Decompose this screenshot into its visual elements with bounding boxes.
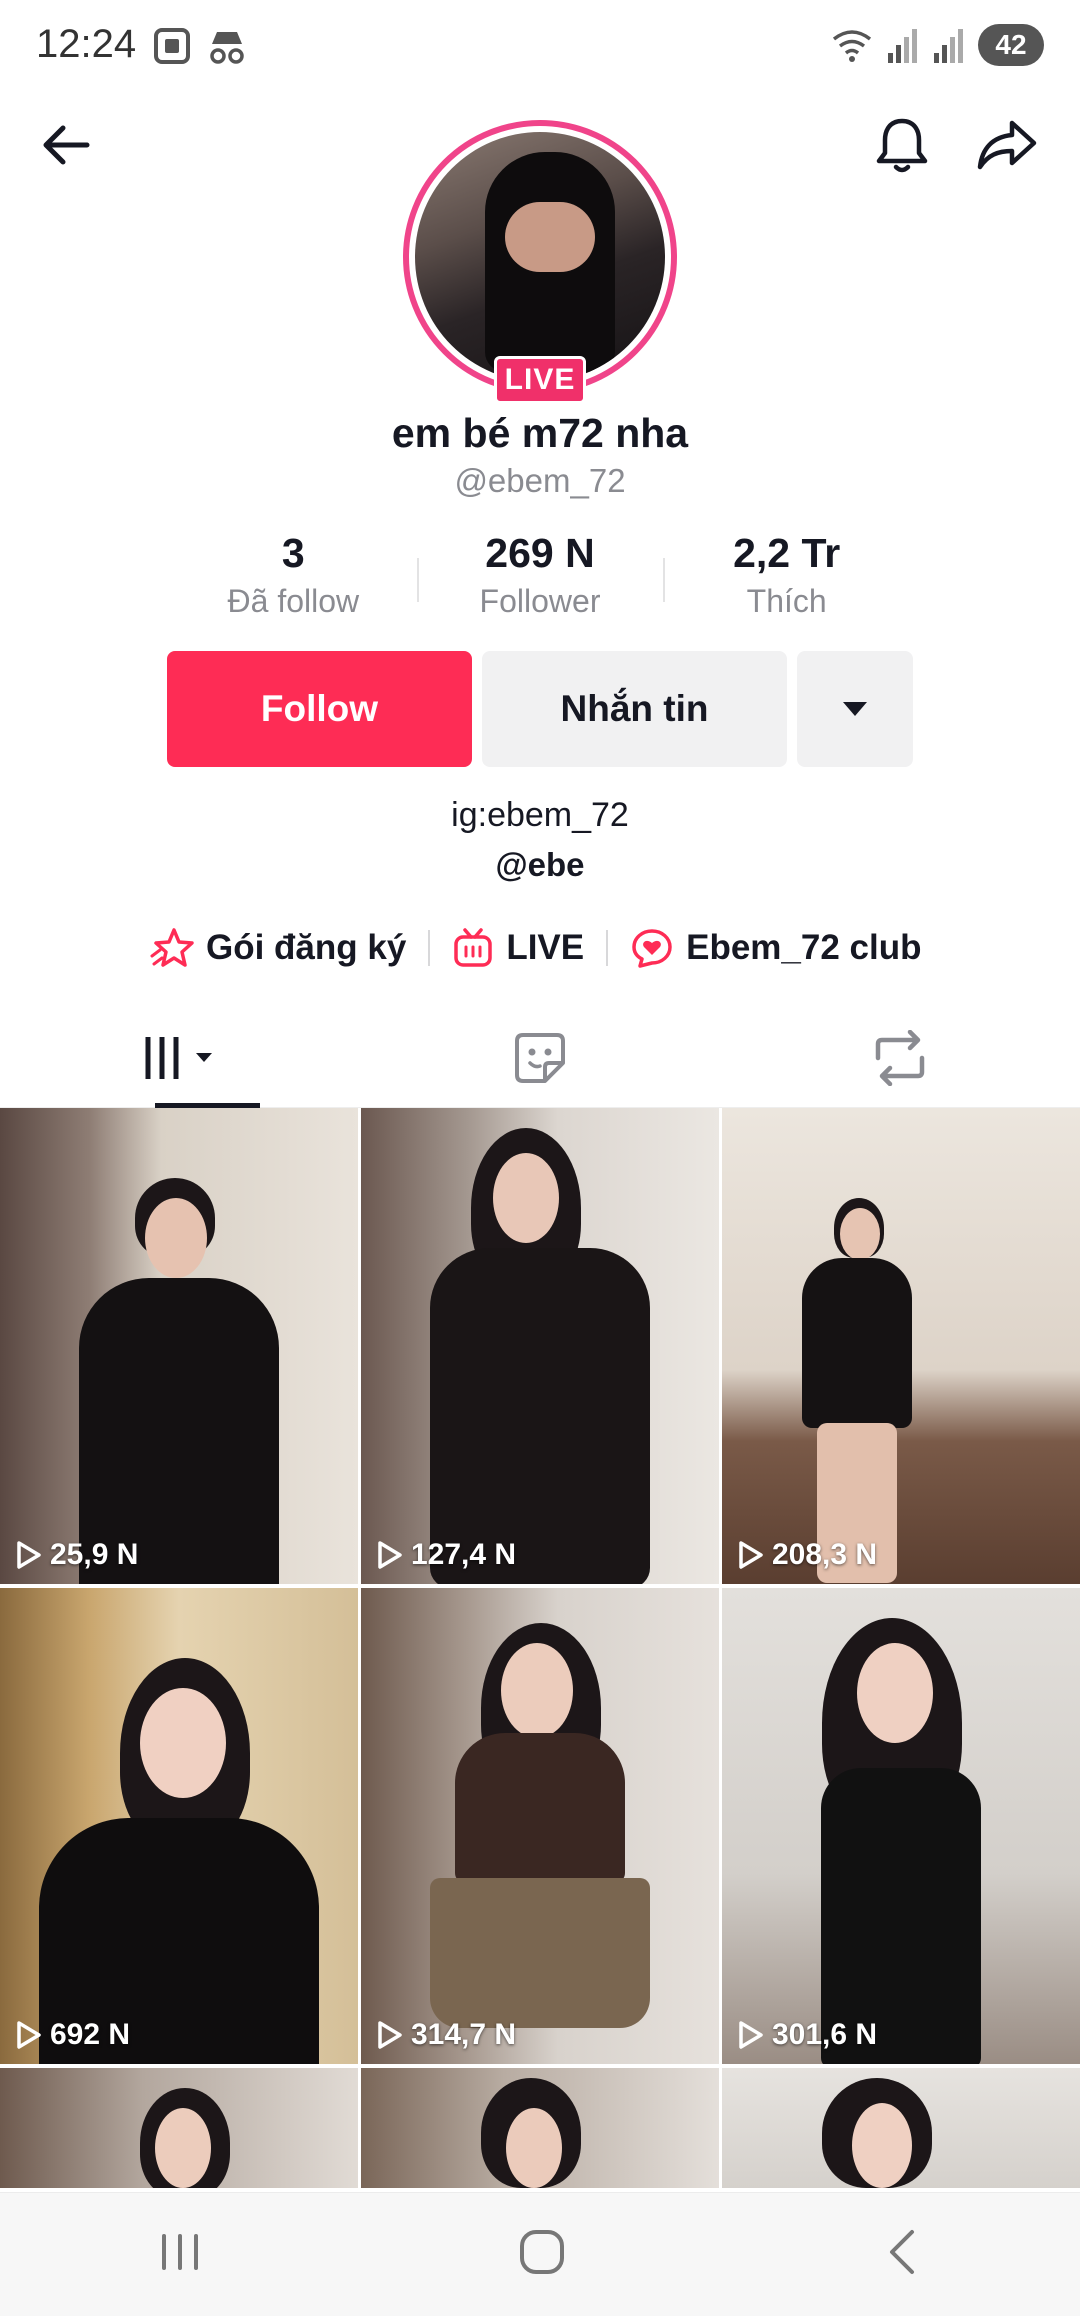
link-subscription[interactable]: Gói đăng ký — [150, 926, 406, 970]
content-tabs — [0, 1008, 1080, 1108]
reposts-icon — [875, 1030, 925, 1086]
link-label: LIVE — [506, 928, 585, 967]
profile-links: Gói đăng ký LIVE Ebem_72 club — [150, 920, 922, 976]
live-tv-icon — [454, 928, 493, 967]
tab-favorites[interactable] — [360, 1008, 720, 1108]
more-options-button[interactable] — [797, 651, 913, 767]
view-count-text: 301,6 N — [772, 2018, 878, 2051]
profile-actions: Follow Nhắn tin — [167, 651, 913, 767]
follow-button[interactable]: Follow — [167, 651, 472, 767]
home-button[interactable] — [516, 2226, 568, 2283]
stat-label: Thích — [746, 583, 827, 619]
stat-likes[interactable]: 2,2 Tr Thích — [663, 530, 910, 630]
subscription-star-icon — [150, 928, 194, 967]
screenshot-icon — [154, 28, 190, 64]
profile-stats: 3 Đã follow 269 N Follower 2,2 Tr Thích — [170, 530, 910, 630]
heart-chat-icon — [632, 929, 672, 968]
videos-grid-icon — [145, 1037, 212, 1079]
signal-icon — [888, 29, 917, 63]
video-tile[interactable]: 25,9 N — [0, 1108, 358, 1584]
play-icon — [17, 1541, 41, 1569]
system-back-button[interactable] — [880, 2226, 924, 2283]
play-icon — [739, 2021, 763, 2049]
view-count-text: 208,3 N — [772, 1538, 878, 1571]
video-tile[interactable]: 692 N — [0, 1588, 358, 2064]
view-count-text: 127,4 N — [411, 1538, 517, 1571]
share-arrow-icon — [977, 120, 1037, 170]
status-time: 12:24 — [36, 22, 137, 66]
view-count: 25,9 N — [16, 1538, 138, 1572]
stat-value: 2,2 Tr — [733, 530, 841, 576]
stat-value: 3 — [281, 530, 305, 576]
wifi-icon — [832, 30, 872, 62]
system-nav-bar — [0, 2192, 1080, 2316]
status-icons-left — [152, 26, 248, 66]
tab-videos[interactable] — [0, 1008, 360, 1108]
video-tile[interactable]: 301,6 N — [722, 1588, 1080, 2064]
display-name: em bé m72 nha — [391, 410, 689, 456]
play-icon — [17, 2021, 41, 2049]
play-icon — [378, 2021, 402, 2049]
recent-apps-icon — [162, 2234, 198, 2270]
view-count-text: 314,7 N — [411, 2018, 517, 2051]
favorites-sticker-icon — [515, 1033, 565, 1083]
view-count: 301,6 N — [738, 2018, 877, 2052]
video-tile[interactable]: 208,3 N — [722, 1108, 1080, 1584]
chevron-left-icon — [890, 2230, 914, 2274]
video-tile[interactable]: 127,4 N — [361, 1108, 719, 1584]
username: @ebem_72 — [454, 462, 626, 499]
share-button[interactable] — [962, 100, 1052, 190]
signal-icon-2 — [934, 29, 963, 63]
stat-following[interactable]: 3 Đã follow — [170, 530, 417, 630]
play-icon — [739, 1541, 763, 1569]
stat-followers[interactable]: 269 N Follower — [416, 530, 664, 630]
battery-indicator: 42 — [978, 24, 1044, 66]
divider — [428, 930, 431, 966]
incognito-icon — [210, 32, 244, 64]
divider — [606, 930, 609, 966]
view-count: 127,4 N — [377, 1538, 516, 1572]
link-label: Ebem_72 club — [686, 928, 922, 967]
video-tile[interactable]: 314,7 N — [361, 1588, 719, 2064]
notifications-button[interactable] — [857, 100, 947, 190]
avatar-image — [415, 132, 665, 382]
home-icon — [520, 2230, 564, 2274]
message-button[interactable]: Nhắn tin — [482, 651, 787, 767]
live-badge[interactable]: LIVE — [494, 356, 586, 404]
stat-label: Follower — [479, 583, 601, 619]
bell-icon — [876, 118, 928, 173]
video-tile[interactable] — [722, 2068, 1080, 2188]
play-icon — [378, 1541, 402, 1569]
stat-value: 269 N — [485, 530, 595, 576]
view-count-text: 25,9 N — [50, 1538, 139, 1571]
status-bar: 12:24 42 — [0, 0, 1080, 96]
view-count: 314,7 N — [377, 2018, 516, 2052]
back-arrow-icon — [43, 125, 90, 165]
caret-down-icon — [843, 702, 867, 716]
back-button[interactable] — [22, 100, 112, 190]
view-count-text: 692 N — [50, 2018, 131, 2051]
view-count: 692 N — [16, 2018, 130, 2052]
bio-mention[interactable]: @ebe — [0, 846, 1080, 884]
avatar[interactable] — [403, 120, 677, 394]
link-label: Gói đăng ký — [206, 928, 407, 967]
bio-line: ig:ebem_72 — [451, 796, 629, 834]
video-tile[interactable] — [361, 2068, 719, 2188]
link-live[interactable]: LIVE — [452, 927, 584, 969]
video-grid: 25,9 N 127,4 N 208,3 N 692 N 314,7 N 301… — [0, 1108, 1080, 2188]
view-count: 208,3 N — [738, 1538, 877, 1572]
link-club[interactable]: Ebem_72 club — [630, 926, 922, 970]
video-tile[interactable] — [0, 2068, 358, 2188]
stat-label: Đã follow — [227, 583, 360, 619]
recent-apps-button[interactable] — [156, 2228, 204, 2281]
tab-reposts[interactable] — [720, 1008, 1080, 1108]
status-icons-right: 42 — [830, 24, 1044, 66]
